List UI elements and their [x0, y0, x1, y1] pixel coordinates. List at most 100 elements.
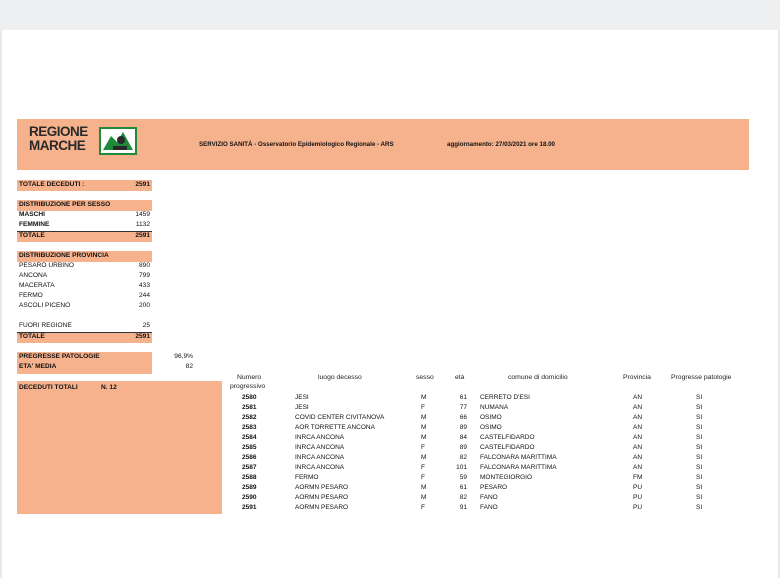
row-place-of-death: FERMO — [295, 474, 319, 481]
row-place-of-death: INRCA ANCONA — [295, 454, 345, 461]
row-age: 82 — [459, 494, 467, 501]
row-municipality: OSIMO — [480, 424, 502, 431]
row-place-of-death: INRCA ANCONA — [295, 434, 345, 441]
total-deaths-label: TOTALE DECEDUTI : — [19, 181, 85, 188]
row-sex: M — [421, 454, 427, 461]
province-value-macerata: 433 — [138, 282, 150, 289]
row-age: 91 — [459, 504, 467, 511]
table-row: 2583 AOR TORRETTE ANCONA M 89 OSIMO AN SI — [222, 423, 752, 433]
row-sex: F — [421, 504, 425, 511]
province-distribution-title: DISTRIBUZIONE PROVINCIA — [19, 252, 109, 259]
province-total-label: TOTALE — [19, 333, 45, 340]
province-label-ascoli-piceno: ASCOLI PICENO — [19, 302, 71, 309]
row-municipality: FANO — [480, 504, 498, 511]
table-row: 2581 JESI F 77 NUMANA AN SI — [222, 403, 752, 413]
row-province: FM — [633, 474, 643, 481]
females-value: 1132 — [135, 221, 150, 228]
col-header-provincia: Provincia — [623, 374, 651, 381]
row-municipality: PESARO — [480, 484, 508, 491]
row-province: AN — [633, 424, 643, 431]
row-age: 89 — [459, 444, 467, 451]
row-sex: M — [421, 394, 427, 401]
row-progressive-number: 2590 — [242, 494, 257, 501]
row-prior-conditions: SI — [696, 444, 703, 451]
row-place-of-death: AOR TORRETTE ANCONA — [295, 424, 375, 431]
report-header-banner: REGIONE MARCHE SERVIZIO SANITÀ - Osserva… — [17, 119, 749, 170]
row-province: AN — [633, 444, 643, 451]
sex-total-label: TOTALE — [19, 232, 45, 239]
row-province: AN — [633, 414, 643, 421]
total-deaths-value: 2591 — [135, 181, 150, 188]
row-age: 61 — [459, 394, 467, 401]
row-age: 89 — [459, 424, 467, 431]
page-edge-left — [0, 30, 2, 578]
daily-deaths-box — [17, 381, 222, 514]
row-sex: F — [421, 404, 425, 411]
province-total-value: 2591 — [135, 333, 150, 340]
province-value-ancona: 799 — [138, 272, 150, 279]
row-progressive-number: 2584 — [242, 434, 257, 441]
row-province: AN — [633, 404, 643, 411]
row-prior-conditions: SI — [696, 464, 703, 471]
row-municipality: FALCONARA MARITTIMA — [480, 454, 557, 461]
row-progressive-number: 2589 — [242, 484, 257, 491]
prior-conditions-label: PREGRESSE PATOLOGIE — [19, 353, 100, 360]
row-age: 82 — [459, 454, 467, 461]
row-municipality: FALCONARA MARITTIMA — [480, 464, 557, 471]
service-title: SERVIZIO SANITÀ - Osservatorio Epidemiol… — [199, 141, 394, 148]
col-header-comune: comune di domicilio — [508, 374, 568, 381]
table-row: 2582 COVID CENTER CIVITANOVA M 66 OSIMO AN SI — [222, 413, 752, 423]
row-progressive-number: 2583 — [242, 424, 257, 431]
row-progressive-number: 2588 — [242, 474, 257, 481]
row-age: 66 — [459, 414, 467, 421]
row-municipality: NUMANA — [480, 404, 509, 411]
col-header-sesso: sesso — [416, 374, 434, 381]
update-timestamp: aggiornamento: 27/03/2021 ore 18.00 — [447, 141, 555, 148]
row-progressive-number: 2581 — [242, 404, 257, 411]
row-place-of-death: INRCA ANCONA — [295, 464, 345, 471]
province-value-pesaro-urbino: 890 — [138, 262, 150, 269]
row-province: PU — [633, 494, 643, 501]
province-value-ascoli-piceno: 200 — [138, 302, 150, 309]
sex-distribution-title: DISTRIBUZIONE PER SESSO — [19, 201, 111, 208]
table-row: 2590 AORMN PESARO M 82 FANO PU SI — [222, 493, 752, 503]
row-sex: F — [421, 474, 425, 481]
row-progressive-number: 2582 — [242, 414, 257, 421]
col-header-luogo-decesso: luogo decesso — [318, 374, 362, 381]
row-sex: M — [421, 424, 427, 431]
row-age: 84 — [459, 434, 467, 441]
row-prior-conditions: SI — [696, 404, 703, 411]
row-municipality: CASTELFIDARDO — [480, 444, 535, 451]
daily-deaths-count: N. 12 — [101, 384, 117, 391]
row-age: 61 — [459, 484, 467, 491]
daily-deaths-label: DECEDUTI TOTALI — [19, 384, 78, 391]
row-prior-conditions: SI — [696, 504, 703, 511]
col-header-patologie: Progresse patologie — [671, 374, 732, 381]
outside-region-label: FUORI REGIONE — [19, 322, 72, 329]
row-place-of-death: INRCA ANCONA — [295, 444, 345, 451]
row-sex: M — [421, 434, 427, 441]
row-place-of-death: AORMN PESARO — [295, 484, 349, 491]
row-province: AN — [633, 454, 643, 461]
col-header-progressivo: progressivo — [230, 383, 266, 390]
row-progressive-number: 2587 — [242, 464, 257, 471]
row-place-of-death: AORMN PESARO — [295, 494, 349, 501]
table-row: 2585 INRCA ANCONA F 89 CASTELFIDARDO AN SI — [222, 443, 752, 453]
row-province: AN — [633, 394, 643, 401]
row-age: 59 — [459, 474, 467, 481]
row-prior-conditions: SI — [696, 434, 703, 441]
prior-conditions-value: 96,9% — [174, 353, 193, 360]
row-place-of-death: COVID CENTER CIVITANOVA — [295, 414, 385, 421]
province-label-macerata: MACERATA — [19, 282, 55, 289]
row-province: PU — [633, 504, 643, 511]
table-row: 2580 JESI M 61 CERRETO D'ESI AN SI — [222, 393, 752, 403]
row-municipality: CASTELFIDARDO — [480, 434, 535, 441]
row-place-of-death: JESI — [295, 394, 309, 401]
row-place-of-death: JESI — [295, 404, 309, 411]
province-label-ancona: ANCONA — [19, 272, 48, 279]
row-municipality: FANO — [480, 494, 498, 501]
row-prior-conditions: SI — [696, 494, 703, 501]
logo-wordmark: REGIONE MARCHE — [29, 124, 88, 153]
row-age: 77 — [459, 404, 467, 411]
row-province: AN — [633, 464, 643, 471]
